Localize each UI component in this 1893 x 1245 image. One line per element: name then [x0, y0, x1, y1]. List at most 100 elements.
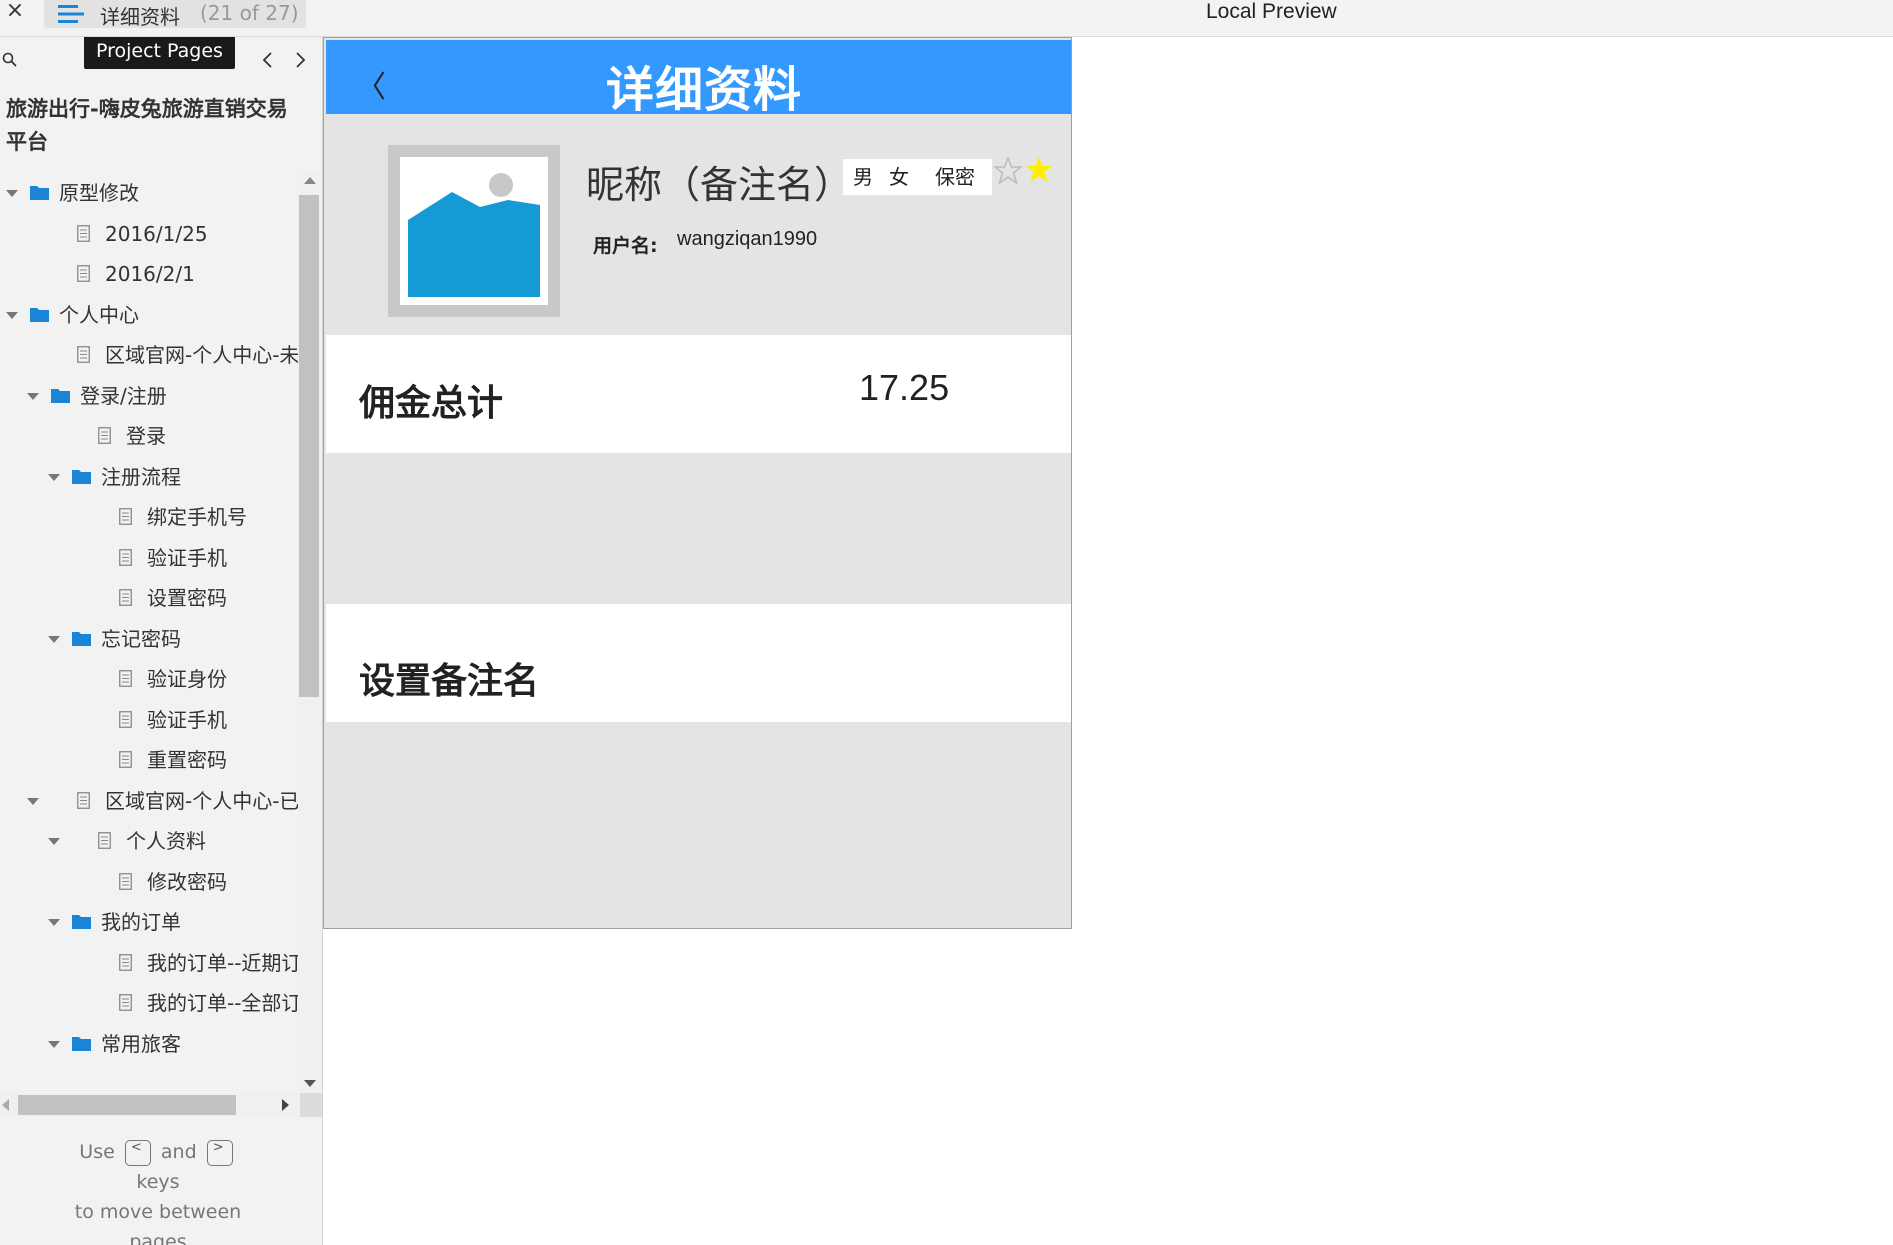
tree-item-label: 个人中心	[59, 302, 139, 327]
folder-icon	[51, 388, 70, 403]
horizontal-scroll-thumb[interactable]	[18, 1095, 236, 1115]
vertical-scrollbar[interactable]	[298, 173, 322, 1091]
project-pages-sidebar: Project Pages 旅游出行-嗨皮兔旅游直销交易平台 原型修改 2016/…	[0, 37, 323, 1245]
page-icon	[77, 791, 90, 809]
project-title: 旅游出行-嗨皮兔旅游直销交易平台	[6, 97, 288, 154]
tree-item-label: 2016/2/1	[105, 262, 195, 286]
gender-option-male[interactable]: 男	[853, 159, 873, 195]
expand-arrow-icon[interactable]	[6, 311, 18, 319]
preview-title: Local Preview	[1206, 0, 1337, 23]
tree-item-label: 绑定手机号	[147, 505, 247, 529]
tree-item-page[interactable]: 2016/1/25	[0, 214, 300, 254]
gender-option-secret[interactable]: 保密	[935, 159, 975, 195]
tree-item-label: 注册流程	[101, 464, 181, 489]
expand-arrow-icon[interactable]	[27, 797, 39, 805]
tree-item-label: 验证手机	[147, 545, 227, 570]
tree-item-page[interactable]: 个人资料	[0, 821, 300, 861]
tree-item-page[interactable]: 重置密码	[0, 740, 300, 780]
image-placeholder-icon	[408, 173, 540, 297]
header-title-text: 详细资料	[606, 62, 803, 118]
vertical-scroll-thumb[interactable]	[299, 195, 319, 697]
tree-item-label: 忘记密码	[101, 626, 181, 651]
folder-icon	[30, 186, 49, 200]
tree-item-page[interactable]: 设置密码	[0, 578, 300, 618]
tree-item-label: 我的订单--近期订	[147, 950, 300, 975]
next-page-button[interactable]	[290, 49, 310, 71]
help-use-text: Use	[79, 1141, 115, 1163]
scroll-down-arrow-icon[interactable]	[304, 1080, 316, 1087]
expand-arrow-icon[interactable]	[48, 635, 60, 643]
page-icon	[119, 710, 132, 728]
tree-item-label: 原型修改	[59, 181, 139, 205]
page-selector-tab[interactable]: 详细资料 (21 of 27)	[44, 0, 306, 29]
expand-arrow-icon[interactable]	[48, 473, 60, 481]
tooltip: Project Pages	[84, 37, 235, 69]
page-icon	[77, 265, 90, 282]
set-remark-row[interactable]: 设置备注名	[326, 604, 1071, 722]
help-keys-text: keys	[136, 1171, 180, 1193]
tree-item-page[interactable]: 登录	[0, 416, 300, 456]
username-value: wangziqan1990	[677, 228, 818, 250]
gender-option-female[interactable]: 女	[889, 159, 909, 195]
gender-selector[interactable]: 男 女 保密	[843, 159, 992, 195]
tree-item-label: 区域官网-个人中心-未登	[105, 343, 300, 367]
username-label: 用户名:	[593, 235, 658, 257]
tree-item-label: 设置密码	[147, 586, 227, 610]
page-icon	[119, 872, 132, 890]
folder-icon	[72, 915, 91, 929]
search-icon[interactable]	[2, 52, 18, 68]
star-outline-icon[interactable]	[993, 156, 1023, 186]
tree-item-page[interactable]: 我的订单--全部订	[0, 983, 300, 1023]
close-button[interactable]: ×	[4, 0, 26, 26]
help-and-text: and	[160, 1141, 197, 1163]
folder-icon	[72, 469, 91, 484]
tree-item-folder[interactable]: 注册流程	[0, 457, 300, 497]
tree-item-folder[interactable]: 忘记密码	[0, 619, 300, 659]
page-icon	[98, 832, 111, 849]
tree-item-folder[interactable]: 个人中心	[0, 295, 300, 335]
tree-item-label: 验证手机	[147, 707, 227, 732]
scroll-left-arrow-icon[interactable]	[2, 1099, 9, 1111]
back-arrow-icon: 〈	[356, 70, 386, 105]
scroll-right-arrow-icon[interactable]	[282, 1099, 289, 1111]
page-icon	[98, 427, 111, 444]
expand-arrow-icon[interactable]	[48, 1040, 60, 1048]
tree-item-label: 常用旅客	[101, 1031, 181, 1056]
page-icon	[119, 751, 132, 768]
tree-item-page[interactable]: 区域官网-个人中心-已登	[0, 781, 300, 821]
tree-item-label: 区域官网-个人中心-已登	[105, 788, 300, 813]
tree-item-page[interactable]: 验证手机	[0, 538, 300, 578]
avatar[interactable]	[388, 145, 560, 317]
tree-item-page[interactable]: 绑定手机号	[0, 497, 300, 537]
tree-item-folder[interactable]: 我的订单	[0, 902, 300, 942]
tree-item-page[interactable]: 修改密码	[0, 862, 300, 902]
close-icon: ×	[5, 0, 25, 23]
commission-label: 佣金总计	[359, 383, 504, 424]
tree-item-folder[interactable]: 常用旅客	[0, 1024, 300, 1064]
back-button[interactable]: 〈	[356, 62, 386, 106]
expand-arrow-icon[interactable]	[48, 919, 60, 926]
tree-item-page[interactable]: 验证身份	[0, 659, 300, 699]
commission-row: 佣金总计 17.25	[326, 335, 1071, 453]
page-icon	[77, 346, 90, 363]
tree-item-folder[interactable]: 原型修改	[0, 173, 300, 213]
expand-arrow-icon[interactable]	[6, 190, 18, 197]
scroll-up-arrow-icon[interactable]	[304, 177, 316, 184]
tree-item-page[interactable]: 2016/2/1	[0, 254, 300, 294]
menu-icon	[58, 5, 84, 23]
star-filled-icon[interactable]	[1024, 155, 1054, 185]
horizontal-scrollbar[interactable]	[0, 1093, 300, 1117]
scroll-corner	[300, 1093, 322, 1117]
tree-item-folder[interactable]: 登录/注册	[0, 376, 300, 416]
tree-item-page[interactable]: 我的订单--近期订	[0, 943, 300, 983]
folder-icon	[30, 307, 49, 322]
tree-item-label: 我的订单--全部订	[147, 991, 300, 1015]
page-icon	[119, 589, 132, 606]
expand-arrow-icon[interactable]	[27, 392, 39, 400]
tree-item-page[interactable]: 区域官网-个人中心-未登	[0, 335, 300, 375]
previous-page-button[interactable]	[258, 49, 278, 71]
help-line4-text: pages	[129, 1231, 187, 1245]
tree-item-page[interactable]: 验证手机	[0, 700, 300, 740]
expand-arrow-icon[interactable]	[48, 838, 60, 845]
avatar-frame	[400, 157, 548, 305]
